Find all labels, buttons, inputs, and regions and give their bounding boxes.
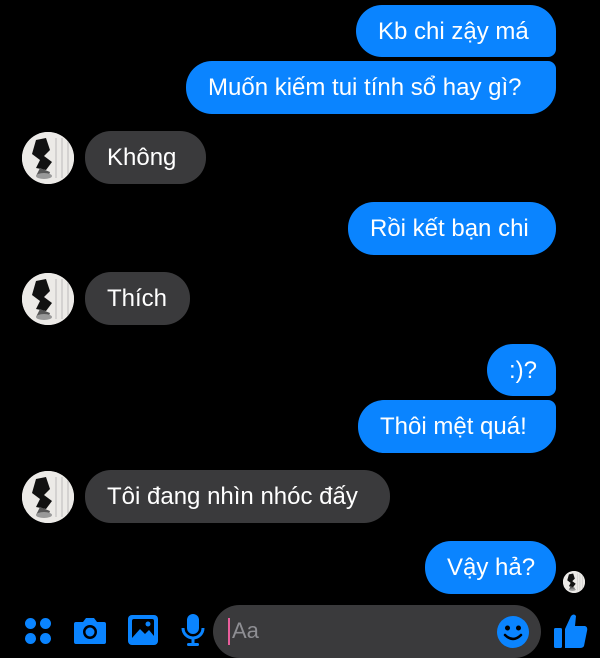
message-input-placeholder: Aa xyxy=(232,618,259,643)
emoji-icon[interactable] xyxy=(496,615,530,649)
menu-dots-icon[interactable] xyxy=(24,617,52,645)
contact-avatar[interactable] xyxy=(22,471,74,523)
message-bubble-outgoing[interactable]: Rồi kết bạn chi xyxy=(348,202,556,255)
mic-icon[interactable] xyxy=(181,613,205,647)
message-bubble-outgoing[interactable]: Muốn kiếm tui tính sổ hay gì? xyxy=(186,61,556,114)
seen-indicator-avatar xyxy=(563,571,585,593)
message-bubble-outgoing[interactable]: Vậy hả? xyxy=(425,541,556,594)
message-bubble-incoming[interactable]: Không xyxy=(85,131,206,184)
message-input[interactable]: Aa xyxy=(213,605,541,658)
contact-avatar[interactable] xyxy=(22,273,74,325)
contact-avatar[interactable] xyxy=(22,132,74,184)
image-icon[interactable] xyxy=(127,614,159,646)
message-bubble-outgoing[interactable]: :)? xyxy=(487,344,556,396)
message-bubble-incoming[interactable]: Tôi đang nhìn nhóc đấy xyxy=(85,470,390,523)
message-bubble-incoming[interactable]: Thích xyxy=(85,272,190,325)
message-bubble-outgoing[interactable]: Kb chi zậy má xyxy=(356,5,556,57)
camera-icon[interactable] xyxy=(73,614,107,646)
message-bubble-outgoing[interactable]: Thôi mệt quá! xyxy=(358,400,556,453)
thumbs-up-icon[interactable] xyxy=(553,612,589,650)
text-cursor xyxy=(228,618,230,645)
